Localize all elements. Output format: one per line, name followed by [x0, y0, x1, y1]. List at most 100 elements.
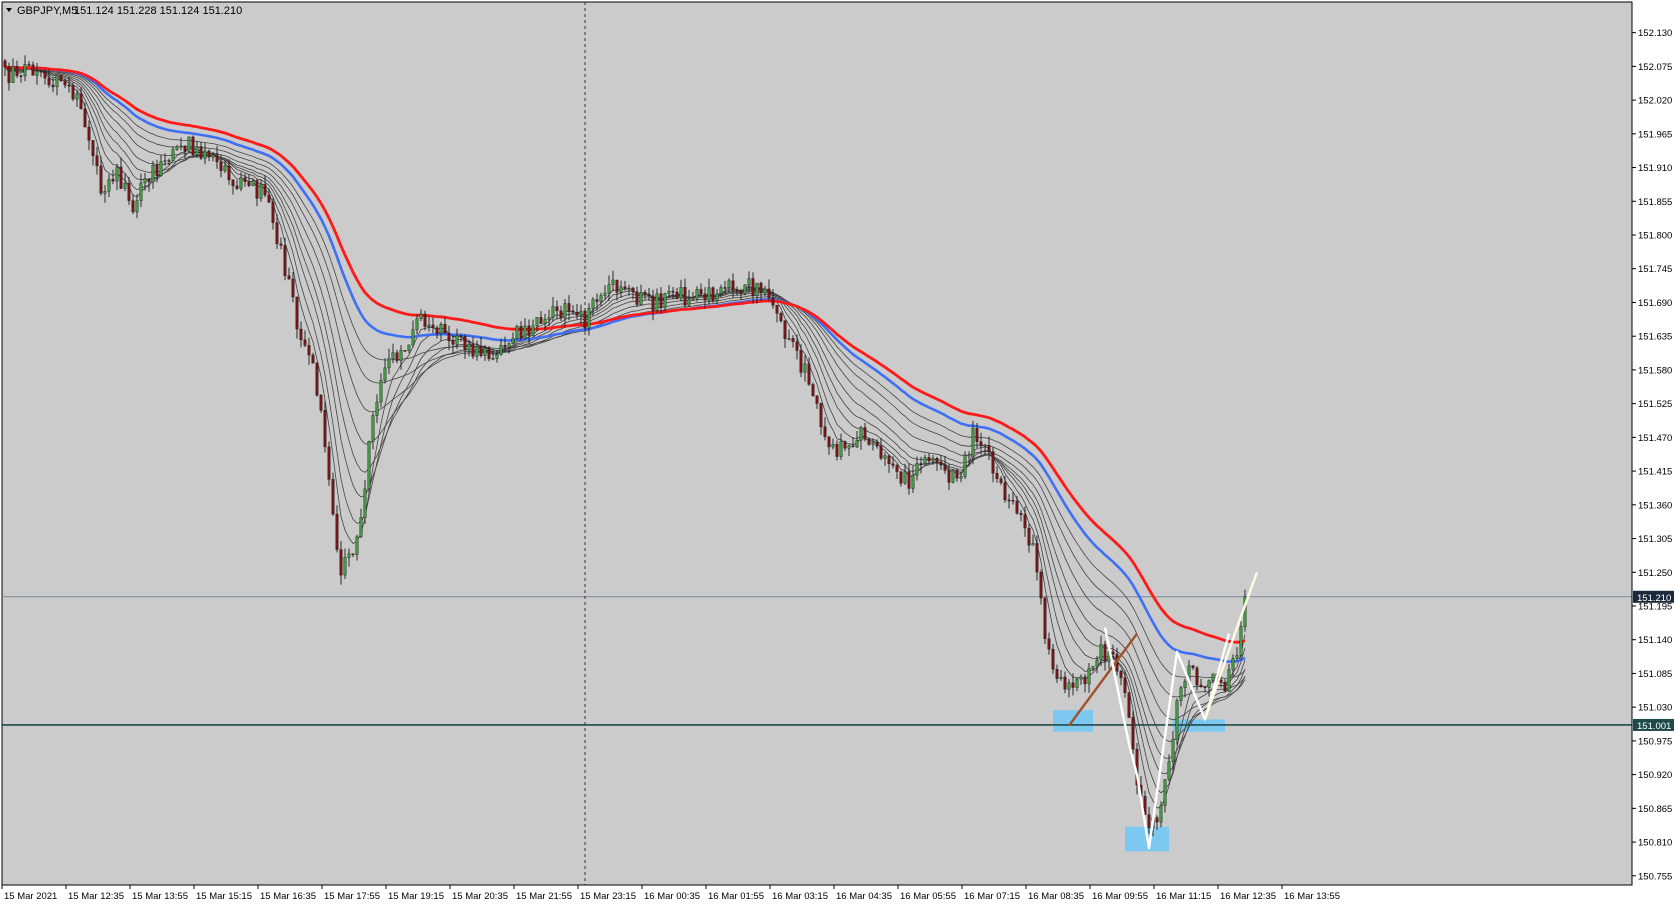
candle-bull [179, 145, 183, 148]
candle-bear [1127, 692, 1131, 718]
candle-bull [203, 150, 207, 159]
candle-bull [107, 179, 111, 192]
candle-bear [1119, 671, 1123, 679]
candle-bull [763, 288, 767, 294]
candle-bear [463, 336, 467, 351]
candle-bear [155, 165, 159, 176]
candle-bear [255, 180, 259, 199]
candle-bull [551, 306, 555, 318]
candle-bull [507, 343, 511, 348]
candle-bear [395, 352, 399, 361]
candle-bull [55, 75, 59, 88]
candle-bull [175, 146, 179, 150]
candle-bear [315, 362, 319, 396]
candle-bull [135, 200, 139, 213]
candle-bull [1211, 673, 1215, 681]
candle-bull [359, 517, 363, 538]
candle-bear [979, 441, 983, 447]
candle-bull [159, 161, 163, 176]
candle-bear [791, 338, 795, 342]
candle-bear [51, 84, 55, 88]
candle-bull [251, 180, 255, 186]
candle-bull [383, 367, 387, 381]
candle-bear [775, 305, 779, 314]
candle-bear [539, 317, 543, 324]
plot-area[interactable] [1, 1, 1633, 886]
price-tick-label: 151.800 [1638, 231, 1672, 242]
candle-bull [355, 536, 359, 555]
candle-bear [735, 290, 739, 292]
candle-bull [719, 287, 723, 295]
candle-bull [639, 291, 643, 305]
candle-bull [211, 154, 215, 158]
candle-bull [587, 308, 591, 329]
candle-bull [1059, 676, 1063, 679]
candle-bear [227, 165, 231, 181]
candle-bear [783, 320, 787, 339]
candle-bear [131, 200, 135, 213]
candle-bear [771, 297, 775, 306]
candle-bear [15, 66, 19, 76]
price-chart[interactable]: 151.210151.001152.130152.075152.020151.9… [0, 0, 1676, 907]
candle-bull [1179, 687, 1183, 701]
candle-bull [259, 184, 263, 199]
candle-bear [995, 472, 999, 479]
time-tick-label: 16 Mar 12:35 [1220, 891, 1276, 902]
price-tick-label: 151.250 [1638, 568, 1672, 579]
candle-bear [811, 384, 815, 396]
ohlc-label: 151.124 151.228 151.124 151.210 [74, 5, 242, 17]
price-tick-label: 151.415 [1638, 467, 1672, 478]
candle-bull [75, 93, 79, 100]
candle-bear [919, 463, 923, 465]
price-tick-label: 151.140 [1638, 635, 1672, 646]
candle-bear [39, 70, 43, 73]
candle-bull [1207, 680, 1211, 688]
candle-bear [575, 311, 579, 316]
candle-bull [139, 182, 143, 201]
candle-bear [891, 463, 895, 466]
candle-bear [907, 471, 911, 489]
chart-window[interactable]: 151.210 151.001 152.130 152.075 152.020 151.9… [0, 0, 1676, 907]
candle-bull [1235, 655, 1239, 659]
candle-bear [675, 291, 679, 299]
candle-bear [471, 344, 475, 357]
price-tick-label: 151.470 [1638, 433, 1672, 444]
candle-bear [595, 299, 599, 302]
candle-bull [439, 324, 443, 334]
candle-bear [67, 84, 71, 87]
candle-bear [331, 479, 335, 515]
candle-bull [171, 149, 175, 161]
time-tick-label: 15 Mar 23:15 [580, 891, 636, 902]
price-tick-label: 151.195 [1638, 601, 1672, 612]
candle-bear [819, 403, 823, 428]
candle-bear [651, 295, 655, 311]
candle-bear [779, 313, 783, 322]
candle-bull [687, 299, 691, 306]
candle-bull [1231, 658, 1235, 670]
candle-bull [379, 380, 383, 403]
candle-bull [391, 352, 395, 359]
candle-bull [923, 457, 927, 464]
time-tick-label: 16 Mar 13:55 [1284, 891, 1340, 902]
candle-bear [1083, 676, 1087, 685]
candle-bear [711, 287, 715, 302]
candle-bear [435, 327, 439, 334]
candle-bear [723, 287, 727, 289]
candle-bull [579, 310, 583, 316]
candle-bear [895, 465, 899, 472]
candle-bear [1123, 677, 1127, 693]
candle-bull [695, 289, 699, 299]
candle-bear [975, 428, 979, 442]
candle-bull [1227, 669, 1231, 692]
candle-bear [339, 549, 343, 576]
candle-bear [823, 426, 827, 437]
candle-bear [99, 165, 103, 194]
candle-bull [543, 319, 547, 324]
candle-bear [447, 332, 451, 341]
candle-bull [755, 282, 759, 296]
candle-bear [7, 66, 11, 83]
candle-bull [367, 441, 371, 490]
candle-bear [939, 461, 943, 466]
candle-bear [311, 354, 315, 364]
candle-bull [859, 427, 863, 441]
